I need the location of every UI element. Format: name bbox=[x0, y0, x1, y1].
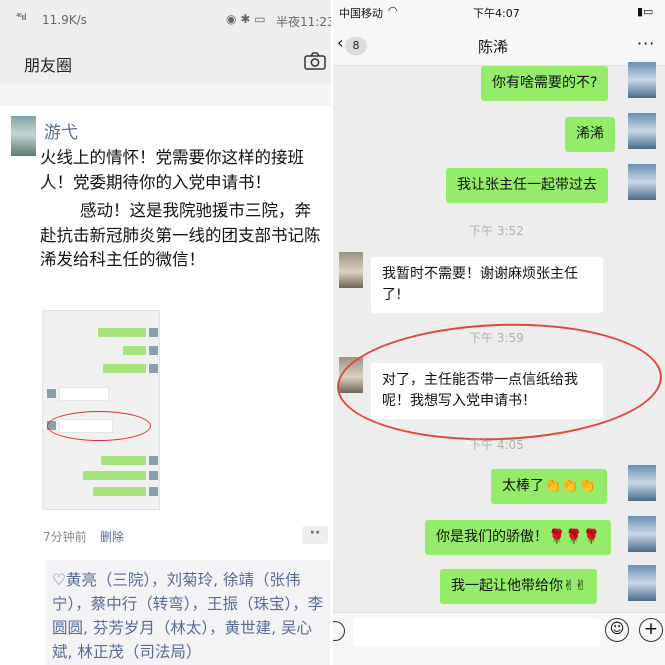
moments-header: 朋友圈 bbox=[0, 40, 333, 84]
carrier-label: 中国移动 bbox=[339, 7, 383, 20]
avatar[interactable] bbox=[628, 565, 656, 601]
post-text-line1: 火线上的情怀！党需要你这样的接班人！党委期待你的入党申请书！ bbox=[40, 148, 304, 192]
battery-icon: ▮▭ bbox=[637, 5, 654, 18]
input-bar: ☺ + bbox=[333, 612, 665, 665]
status-time: 半夜11:23 bbox=[276, 15, 333, 29]
avatar[interactable] bbox=[628, 113, 656, 149]
status-time: 下午4:07 bbox=[473, 7, 520, 20]
contact-name: 陈浠 bbox=[478, 38, 509, 56]
status-bar: 中国移动 ◠ 下午4:07 ▮▭ bbox=[333, 0, 665, 22]
post-image[interactable] bbox=[42, 310, 160, 510]
timestamp: 下午 4:05 bbox=[469, 438, 524, 452]
post-username[interactable]: 游弋 bbox=[44, 118, 78, 143]
camera-icon[interactable] bbox=[304, 52, 326, 70]
status-bar: ⁴⁶ııl 11.9K/s ◉ ✱ ▭ 半夜11:23 bbox=[0, 0, 333, 40]
plus-icon[interactable]: + bbox=[639, 618, 663, 642]
avatar[interactable] bbox=[628, 62, 656, 98]
chat-panel: 中国移动 ◠ 下午4:07 ▮▭ ‹ 8 陈浠 ··· 你有啥需要的不? 浠浠 … bbox=[333, 0, 665, 665]
avatar[interactable] bbox=[628, 516, 656, 552]
comment-more-button[interactable]: ·· bbox=[302, 526, 328, 544]
separator bbox=[0, 84, 333, 106]
back-icon[interactable]: ‹ bbox=[337, 33, 343, 52]
message-sent[interactable]: 浠浠 bbox=[565, 117, 615, 152]
status-icons: ◉ ✱ ▭ bbox=[226, 12, 266, 26]
chat-header: ‹ 8 陈浠 ··· bbox=[333, 22, 665, 66]
eye-icon: ◉ bbox=[226, 12, 237, 26]
post-time: 7分钟前 bbox=[43, 530, 87, 544]
timestamp: 下午 3:52 bbox=[469, 224, 524, 238]
message-sent[interactable]: 太棒了👏👏👏 bbox=[491, 469, 608, 504]
bluetooth-icon: ✱ bbox=[240, 12, 251, 26]
moments-panel: ⁴⁶ııl 11.9K/s ◉ ✱ ▭ 半夜11:23 朋友圈 游弋 火线上的情… bbox=[0, 0, 333, 665]
message-sent[interactable]: 我让张主任一起带过去 bbox=[446, 168, 608, 203]
battery-icon: ▭ bbox=[254, 12, 266, 26]
message-received[interactable]: 我暂时不需要！谢谢麻烦张主任了! bbox=[371, 257, 603, 313]
likes-list[interactable]: ♡黄亮（三院），刘菊玲, 徐靖（张伟宁），蔡中行（转弯），王振（珠宝），李圆圆,… bbox=[45, 560, 330, 665]
avatar[interactable] bbox=[339, 252, 363, 288]
more-icon[interactable]: ··· bbox=[637, 34, 655, 53]
annotation-circle bbox=[335, 318, 664, 446]
unread-badge[interactable]: 8 bbox=[345, 37, 367, 55]
message-sent[interactable]: 你有啥需要的不? bbox=[481, 66, 609, 101]
post-text: 火线上的情怀！党需要你这样的接班人！党委期待你的入党申请书！ 感动！这是我院驰援… bbox=[40, 146, 326, 273]
post-text-line2: 感动！这是我院驰援市三院，奔赴抗击新冠肺炎第一线的团支部书记陈浠发给科主任的微信… bbox=[40, 201, 321, 269]
message-input[interactable] bbox=[353, 618, 601, 646]
wifi-icon: ◠ bbox=[388, 4, 398, 17]
signal-icon: ⁴⁶ııl bbox=[16, 13, 27, 23]
avatar[interactable] bbox=[628, 465, 656, 501]
page-title: 朋友圈 bbox=[24, 56, 73, 75]
avatar[interactable] bbox=[628, 164, 656, 200]
delete-link[interactable]: 删除 bbox=[100, 528, 124, 545]
voice-icon[interactable] bbox=[333, 621, 345, 641]
message-sent[interactable]: 你是我们的骄傲！🌹🌹🌹 bbox=[425, 520, 612, 555]
avatar[interactable] bbox=[11, 116, 36, 156]
message-sent[interactable]: 我一起让他带给你✌✌ bbox=[440, 569, 598, 604]
emoji-icon[interactable]: ☺ bbox=[605, 618, 629, 642]
network-speed: 11.9K/s bbox=[42, 13, 87, 27]
